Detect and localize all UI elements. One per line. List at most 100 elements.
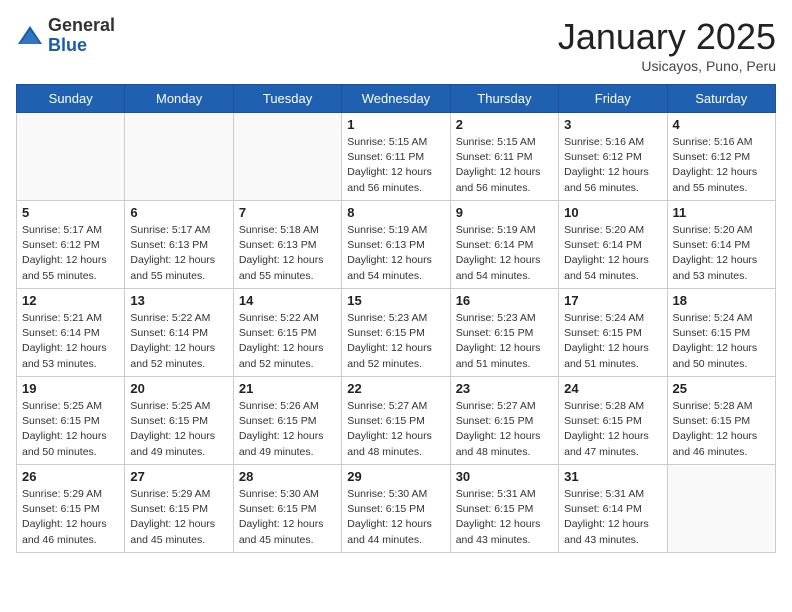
day-number: 9 (456, 205, 553, 220)
calendar-cell: 9 Sunrise: 5:19 AM Sunset: 6:14 PM Daylig… (450, 201, 558, 289)
weekday-header-thursday: Thursday (450, 85, 558, 113)
day-number: 22 (347, 381, 444, 396)
calendar-cell (667, 465, 775, 553)
calendar-cell: 2Sunrise: 5:15 AM Sunset: 6:11 PM Daylig… (450, 113, 558, 201)
day-info: Sunrise: 5:23 AM Sunset: 6:15 PM Dayligh… (456, 311, 553, 372)
day-info: Sunrise: 5:30 AM Sunset: 6:15 PM Dayligh… (347, 487, 444, 548)
day-number: 27 (130, 469, 227, 484)
day-number: 1 (347, 117, 444, 132)
day-number: 31 (564, 469, 661, 484)
calendar-cell: 1 Sunrise: 5:15 AM Sunset: 6:11 PM Daylig… (342, 113, 450, 201)
day-info: Sunrise: 5:24 AM Sunset: 6:15 PM Dayligh… (673, 311, 770, 372)
calendar-cell: 20Sunrise: 5:25 AM Sunset: 6:15 PM Dayli… (125, 377, 233, 465)
calendar-cell: 18 Sunrise: 5:24 AM Sunset: 6:15 PM Dayli… (667, 289, 775, 377)
day-info: Sunrise: 5:27 AM Sunset: 6:15 PM Dayligh… (347, 399, 444, 460)
calendar-cell: 11Sunrise: 5:20 AM Sunset: 6:14 PM Dayli… (667, 201, 775, 289)
day-info: Sunrise: 5:21 AM Sunset: 6:14 PM Dayligh… (22, 311, 119, 372)
calendar-cell: 5 Sunrise: 5:17 AM Sunset: 6:12 PM Daylig… (17, 201, 125, 289)
calendar-cell: 12 Sunrise: 5:21 AM Sunset: 6:14 PM Dayli… (17, 289, 125, 377)
day-number: 7 (239, 205, 336, 220)
day-number: 24 (564, 381, 661, 396)
day-info: Sunrise: 5:24 AM Sunset: 6:15 PM Dayligh… (564, 311, 661, 372)
page-header: General Blue January 2025 Usicayos, Puno… (16, 16, 776, 74)
day-number: 28 (239, 469, 336, 484)
calendar-cell: 24 Sunrise: 5:28 AM Sunset: 6:15 PM Dayli… (559, 377, 667, 465)
week-row-1: 1 Sunrise: 5:15 AM Sunset: 6:11 PM Daylig… (17, 113, 776, 201)
week-row-5: 26 Sunrise: 5:29 AM Sunset: 6:15 PM Dayli… (17, 465, 776, 553)
logo-general-text: General (48, 16, 115, 36)
day-info: Sunrise: 5:26 AM Sunset: 6:15 PM Dayligh… (239, 399, 336, 460)
calendar-cell: 27 Sunrise: 5:29 AM Sunset: 6:15 PM Dayli… (125, 465, 233, 553)
day-info: Sunrise: 5:28 AM Sunset: 6:15 PM Dayligh… (564, 399, 661, 460)
day-info: Sunrise: 5:29 AM Sunset: 6:15 PM Dayligh… (22, 487, 119, 548)
day-info: Sunrise: 5:30 AM Sunset: 6:15 PM Dayligh… (239, 487, 336, 548)
day-number: 25 (673, 381, 770, 396)
day-info: Sunrise: 5:18 AM Sunset: 6:13 PM Dayligh… (239, 223, 336, 284)
day-info: Sunrise: 5:19 AM Sunset: 6:14 PM Dayligh… (456, 223, 553, 284)
day-number: 16 (456, 293, 553, 308)
day-number: 5 (22, 205, 119, 220)
weekday-header-saturday: Saturday (667, 85, 775, 113)
day-info: Sunrise: 5:22 AM Sunset: 6:14 PM Dayligh… (130, 311, 227, 372)
logo-icon (16, 22, 44, 50)
day-number: 10 (564, 205, 661, 220)
day-number: 30 (456, 469, 553, 484)
calendar-cell: 23 Sunrise: 5:27 AM Sunset: 6:15 PM Dayli… (450, 377, 558, 465)
day-number: 29 (347, 469, 444, 484)
logo-blue-text: Blue (48, 36, 115, 56)
location-subtitle: Usicayos, Puno, Peru (558, 58, 776, 74)
day-info: Sunrise: 5:17 AM Sunset: 6:13 PM Dayligh… (130, 223, 227, 284)
calendar-cell: 3 Sunrise: 5:16 AM Sunset: 6:12 PM Daylig… (559, 113, 667, 201)
calendar-cell: 22 Sunrise: 5:27 AM Sunset: 6:15 PM Dayli… (342, 377, 450, 465)
week-row-3: 12 Sunrise: 5:21 AM Sunset: 6:14 PM Dayli… (17, 289, 776, 377)
calendar-cell: 14Sunrise: 5:22 AM Sunset: 6:15 PM Dayli… (233, 289, 341, 377)
weekday-header-wednesday: Wednesday (342, 85, 450, 113)
calendar-cell: 30Sunrise: 5:31 AM Sunset: 6:15 PM Dayli… (450, 465, 558, 553)
calendar-cell: 29 Sunrise: 5:30 AM Sunset: 6:15 PM Dayli… (342, 465, 450, 553)
calendar-cell: 7 Sunrise: 5:18 AM Sunset: 6:13 PM Daylig… (233, 201, 341, 289)
month-title: January 2025 (558, 16, 776, 58)
weekday-header-monday: Monday (125, 85, 233, 113)
day-number: 4 (673, 117, 770, 132)
calendar-cell (125, 113, 233, 201)
calendar-cell (17, 113, 125, 201)
day-number: 17 (564, 293, 661, 308)
calendar-cell: 6 Sunrise: 5:17 AM Sunset: 6:13 PM Daylig… (125, 201, 233, 289)
calendar-cell: 13 Sunrise: 5:22 AM Sunset: 6:14 PM Dayli… (125, 289, 233, 377)
calendar-cell: 4Sunrise: 5:16 AM Sunset: 6:12 PM Daylig… (667, 113, 775, 201)
calendar-cell: 26 Sunrise: 5:29 AM Sunset: 6:15 PM Dayli… (17, 465, 125, 553)
week-row-4: 19 Sunrise: 5:25 AM Sunset: 6:15 PM Dayli… (17, 377, 776, 465)
day-number: 19 (22, 381, 119, 396)
day-info: Sunrise: 5:25 AM Sunset: 6:15 PM Dayligh… (130, 399, 227, 460)
calendar-cell: 19 Sunrise: 5:25 AM Sunset: 6:15 PM Dayli… (17, 377, 125, 465)
day-number: 26 (22, 469, 119, 484)
day-info: Sunrise: 5:15 AM Sunset: 6:11 PM Dayligh… (347, 135, 444, 196)
calendar-cell: 8Sunrise: 5:19 AM Sunset: 6:13 PM Daylig… (342, 201, 450, 289)
calendar-cell: 15Sunrise: 5:23 AM Sunset: 6:15 PM Dayli… (342, 289, 450, 377)
logo: General Blue (16, 16, 115, 56)
day-number: 13 (130, 293, 227, 308)
day-number: 8 (347, 205, 444, 220)
day-info: Sunrise: 5:25 AM Sunset: 6:15 PM Dayligh… (22, 399, 119, 460)
day-number: 2 (456, 117, 553, 132)
day-number: 23 (456, 381, 553, 396)
weekday-header-row: SundayMondayTuesdayWednesdayThursdayFrid… (17, 85, 776, 113)
weekday-header-tuesday: Tuesday (233, 85, 341, 113)
weekday-header-sunday: Sunday (17, 85, 125, 113)
day-number: 12 (22, 293, 119, 308)
day-info: Sunrise: 5:27 AM Sunset: 6:15 PM Dayligh… (456, 399, 553, 460)
calendar-table: SundayMondayTuesdayWednesdayThursdayFrid… (16, 84, 776, 553)
day-info: Sunrise: 5:22 AM Sunset: 6:15 PM Dayligh… (239, 311, 336, 372)
day-info: Sunrise: 5:16 AM Sunset: 6:12 PM Dayligh… (564, 135, 661, 196)
day-number: 6 (130, 205, 227, 220)
day-info: Sunrise: 5:20 AM Sunset: 6:14 PM Dayligh… (673, 223, 770, 284)
day-number: 3 (564, 117, 661, 132)
day-number: 15 (347, 293, 444, 308)
day-info: Sunrise: 5:17 AM Sunset: 6:12 PM Dayligh… (22, 223, 119, 284)
day-info: Sunrise: 5:29 AM Sunset: 6:15 PM Dayligh… (130, 487, 227, 548)
day-number: 18 (673, 293, 770, 308)
calendar-cell: 16 Sunrise: 5:23 AM Sunset: 6:15 PM Dayli… (450, 289, 558, 377)
day-number: 21 (239, 381, 336, 396)
day-info: Sunrise: 5:20 AM Sunset: 6:14 PM Dayligh… (564, 223, 661, 284)
calendar-cell: 21 Sunrise: 5:26 AM Sunset: 6:15 PM Dayli… (233, 377, 341, 465)
